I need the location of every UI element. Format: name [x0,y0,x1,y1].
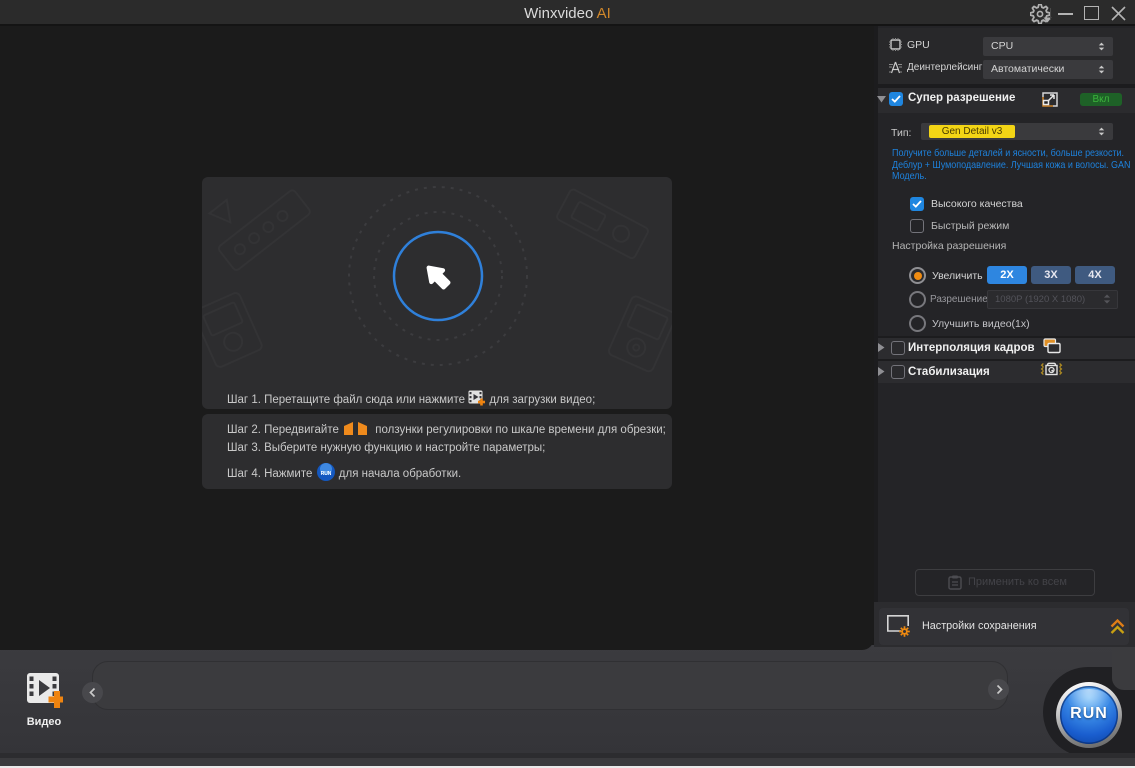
svg-text:RUN: RUN [320,471,331,477]
